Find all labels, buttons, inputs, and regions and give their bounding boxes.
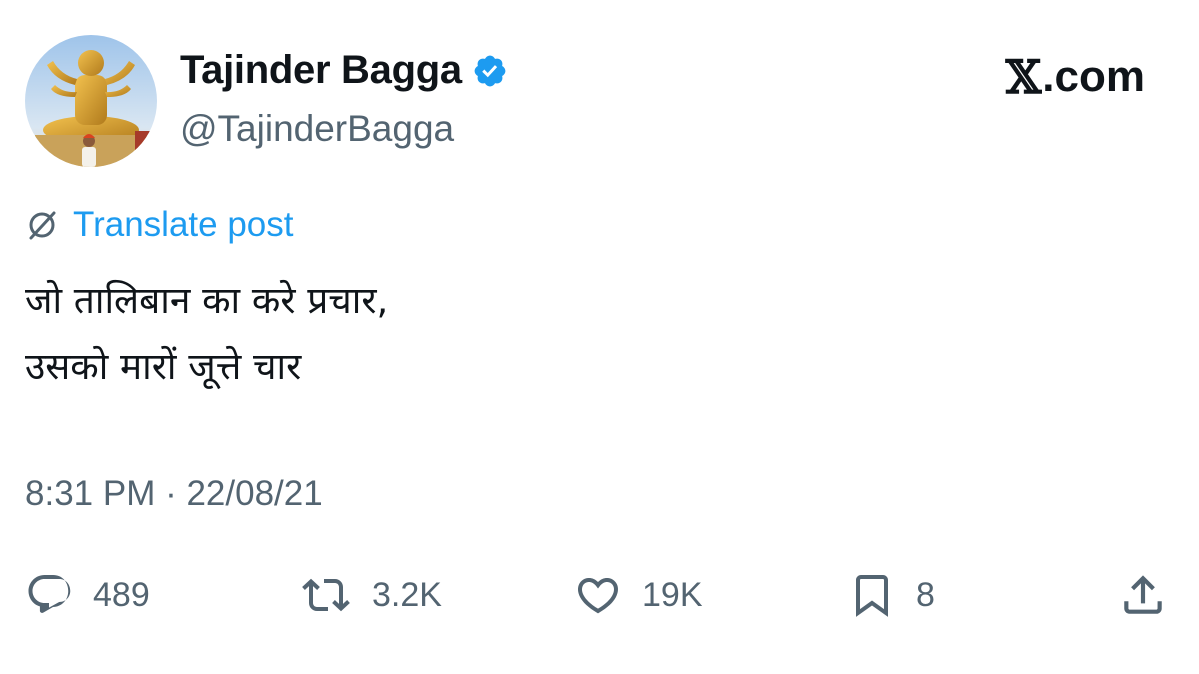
x-logo-icon: 𝕏: [1005, 50, 1042, 104]
tweet-text-line: जो तालिबान का करे प्रचार,: [25, 279, 389, 322]
post-timestamp[interactable]: 8:31 PM · 22/08/21: [25, 474, 323, 514]
globe-icon: [25, 208, 59, 242]
translate-post-label[interactable]: Translate post: [73, 205, 293, 245]
brand-domain: .com: [1042, 52, 1145, 101]
reply-icon: [28, 575, 71, 613]
avatar-image: [25, 35, 157, 167]
bookmark-button[interactable]: 8: [848, 560, 935, 630]
reply-count: 489: [93, 575, 150, 614]
share-icon: [1124, 575, 1162, 614]
verified-badge-icon: [472, 53, 508, 89]
repost-icon: [302, 578, 350, 612]
display-name[interactable]: Tajinder Bagga: [180, 48, 462, 93]
tweet-text-line: उसको मारों जूत्ते चार: [25, 345, 302, 388]
author-name-row: Tajinder Bagga: [180, 48, 508, 93]
action-bar: 489 3.2K 19K 8: [0, 560, 1199, 630]
translate-post-link[interactable]: Translate post: [25, 205, 293, 245]
avatar[interactable]: [25, 35, 157, 167]
reply-button[interactable]: 489: [25, 560, 150, 630]
heart-icon: [577, 578, 619, 614]
bookmark-count: 8: [916, 575, 935, 614]
bookmark-icon: [856, 575, 888, 617]
like-count: 19K: [642, 575, 703, 614]
repost-button[interactable]: 3.2K: [300, 560, 442, 630]
brand-logo: 𝕏 .com: [1006, 50, 1145, 104]
share-button[interactable]: [1118, 560, 1168, 630]
user-handle[interactable]: @TajinderBagga: [180, 108, 454, 150]
tweet-text: जो तालिबान का करे प्रचार, उसको मारों जूत…: [25, 268, 388, 400]
like-button[interactable]: 19K: [574, 560, 703, 630]
repost-count: 3.2K: [372, 575, 442, 614]
